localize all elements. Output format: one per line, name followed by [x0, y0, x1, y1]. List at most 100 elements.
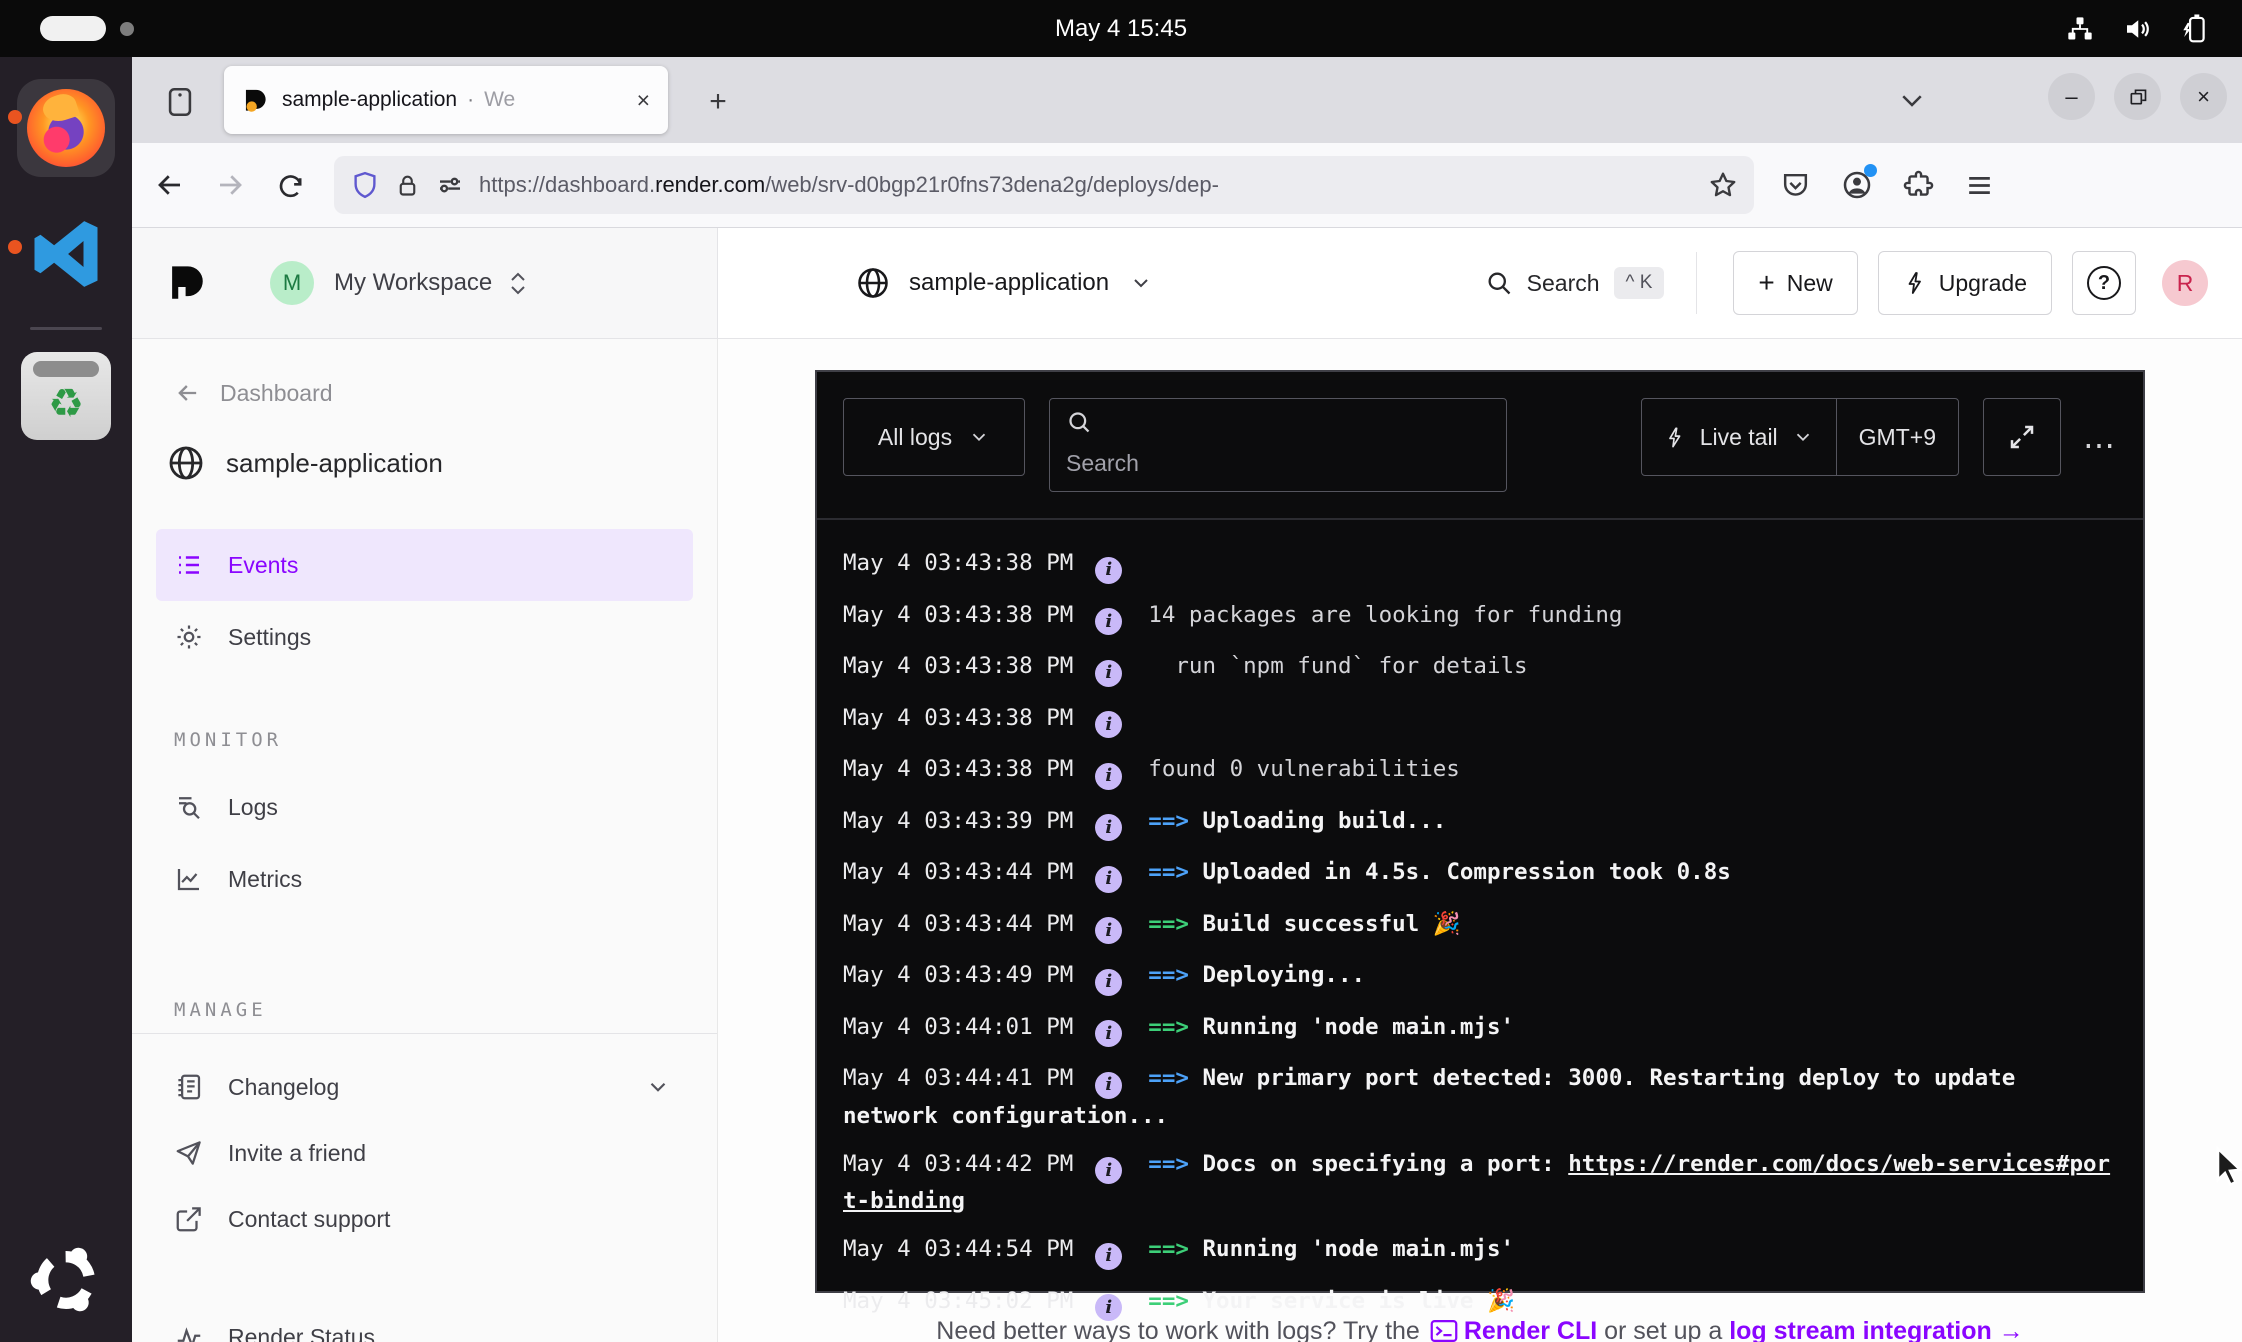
upgrade-button[interactable]: Upgrade: [1878, 251, 2052, 315]
log-message: Deploying...: [1202, 962, 1365, 988]
render-favicon: [242, 87, 269, 114]
recycle-icon: ♻: [48, 377, 84, 431]
volume-icon[interactable]: [2122, 14, 2152, 44]
chevron-down-icon: [645, 1074, 671, 1100]
tab-title-suffix: We: [484, 88, 515, 112]
new-button[interactable]: + New: [1733, 251, 1857, 315]
search-shortcut: ^ K: [1614, 267, 1665, 299]
sidebar-item-events[interactable]: Events: [156, 529, 693, 601]
service-selector-name[interactable]: sample-application: [909, 269, 1109, 297]
arrow-right: →: [1992, 1317, 2024, 1342]
bookmark-star-icon[interactable]: [1708, 170, 1738, 200]
log-timestamp: May 4 03:43:38 PM: [843, 602, 1073, 628]
battery-icon[interactable]: [2180, 13, 2210, 45]
log-row: May 4 03:44:01 PMi==> Running 'node main…: [843, 1010, 2117, 1048]
status-pulse-icon: [174, 1322, 204, 1342]
log-row: May 4 03:43:38 PMifound 0 vulnerabilitie…: [843, 752, 2117, 790]
log-row: May 4 03:43:38 PM i: [843, 546, 2117, 584]
log-search-input[interactable]: Search: [1049, 398, 1507, 492]
sidebar-item-contact-support[interactable]: Contact support: [156, 1186, 693, 1252]
sidebar-back-dashboard[interactable]: Dashboard: [132, 379, 717, 407]
info-icon: i: [1095, 557, 1122, 584]
sidebar-item-settings[interactable]: Settings: [156, 601, 693, 673]
pocket-icon[interactable]: [1780, 170, 1811, 201]
tab-close-icon[interactable]: ×: [637, 87, 650, 114]
render-cli-link[interactable]: Render CLI: [1464, 1317, 1597, 1342]
global-search[interactable]: Search ^ K: [1485, 267, 1665, 299]
account-icon[interactable]: [1841, 169, 1873, 201]
log-timestamp: May 4 03:43:39 PM: [843, 808, 1073, 834]
render-logo[interactable]: [166, 262, 208, 304]
url-bar[interactable]: https://dashboard.render.com/web/srv-d0b…: [334, 156, 1754, 214]
system-clock[interactable]: May 4 15:45: [0, 0, 2242, 57]
expand-icon: [2007, 422, 2037, 452]
log-lines[interactable]: May 4 03:43:38 PMiMay 4 03:43:38 PMi14 p…: [817, 520, 2143, 1342]
forward-icon[interactable]: [208, 163, 252, 207]
sidebar-item-metrics[interactable]: Metrics: [156, 843, 693, 915]
tracking-shield-icon[interactable]: [350, 169, 380, 201]
external-link-icon: [174, 1204, 204, 1234]
log-arrow: ==>: [1148, 859, 1202, 885]
dock-item-firefox[interactable]: [0, 57, 132, 177]
log-row: May 4 03:43:44 PMi==> Build successful 🎉: [843, 907, 2117, 945]
search-icon: [1066, 409, 1490, 436]
running-indicator: [8, 110, 22, 124]
header-divider: [1696, 252, 1697, 314]
reload-icon[interactable]: [268, 163, 312, 207]
metrics-chart-icon: [174, 864, 204, 894]
workspace-switcher[interactable]: M My Workspace: [270, 261, 528, 305]
extensions-icon[interactable]: [1903, 170, 1934, 201]
log-row: May 4 03:43:38 PMi run `npm fund` for de…: [843, 649, 2117, 687]
log-row: May 4 03:43:39 PMi==> Uploading build...: [843, 804, 2117, 842]
sidebar-item-logs[interactable]: Logs: [156, 771, 693, 843]
info-icon: i: [1095, 1157, 1122, 1184]
user-avatar[interactable]: R: [2162, 260, 2208, 306]
live-tail-dropdown[interactable]: Live tail: [1642, 399, 1836, 475]
log-timestamp: May 4 03:43:38 PM: [843, 550, 1073, 576]
log-message: found 0 vulnerabilities: [1148, 756, 1460, 782]
info-icon: i: [1095, 1072, 1122, 1099]
close-button[interactable]: ×: [2180, 73, 2227, 120]
navigation-bar: https://dashboard.render.com/web/srv-d0b…: [132, 143, 2242, 228]
log-more-menu[interactable]: ⋯: [2083, 426, 2117, 464]
minimize-button[interactable]: –: [2048, 73, 2095, 120]
sidebar-item-invite-a-friend[interactable]: Invite a friend: [156, 1120, 693, 1186]
terminal-icon: [1430, 1319, 1458, 1342]
log-stream-integration-link[interactable]: log stream integration: [1729, 1317, 1992, 1342]
service-caret-icon[interactable]: [1129, 271, 1153, 295]
lock-icon[interactable]: [394, 171, 421, 200]
network-icon[interactable]: [2066, 15, 2094, 43]
restore-button[interactable]: [2114, 73, 2161, 120]
plus-icon: +: [1758, 269, 1774, 297]
timezone-button[interactable]: GMT+9: [1837, 424, 1958, 451]
chevron-down-icon: [1792, 426, 1814, 448]
sidebar-section-manage: MANAGE: [132, 999, 717, 1021]
page-header: M My Workspace sample-application: [132, 228, 2242, 339]
expand-logs-button[interactable]: [1983, 398, 2061, 476]
log-filter-dropdown[interactable]: All logs: [843, 398, 1025, 476]
browser-tab[interactable]: sample-application · We ×: [224, 66, 668, 134]
sidebar-section-monitor: MONITOR: [132, 729, 717, 751]
dock-item-vscode[interactable]: [0, 177, 132, 303]
permissions-icon[interactable]: [435, 170, 465, 200]
globe-icon: [855, 265, 891, 301]
firefox-view-icon[interactable]: [158, 80, 202, 124]
ubuntu-logo-icon[interactable]: [26, 1240, 106, 1320]
sidebar-item-changelog[interactable]: Changelog: [156, 1054, 693, 1120]
back-icon[interactable]: [148, 163, 192, 207]
log-arrow: ==>: [1148, 1014, 1202, 1040]
info-icon: i: [1095, 763, 1122, 790]
new-tab-button[interactable]: +: [696, 80, 740, 124]
log-message: Build successful 🎉: [1202, 911, 1460, 937]
sidebar-item-render-status[interactable]: Render Status: [156, 1304, 693, 1342]
sidebar-divider: [132, 1033, 717, 1034]
log-arrow: ==>: [1148, 962, 1202, 988]
help-button[interactable]: ?: [2072, 251, 2136, 315]
workspace-caret-icon: [508, 271, 528, 296]
dock-item-trash[interactable]: ♻: [0, 330, 132, 440]
log-timestamp: May 4 03:43:44 PM: [843, 911, 1073, 937]
list-tabs-chevron-icon[interactable]: [1897, 85, 1927, 115]
menu-icon[interactable]: [1964, 170, 1995, 201]
tab-title: sample-application: [282, 88, 457, 112]
sidebar-service-name[interactable]: sample-application: [132, 443, 717, 483]
